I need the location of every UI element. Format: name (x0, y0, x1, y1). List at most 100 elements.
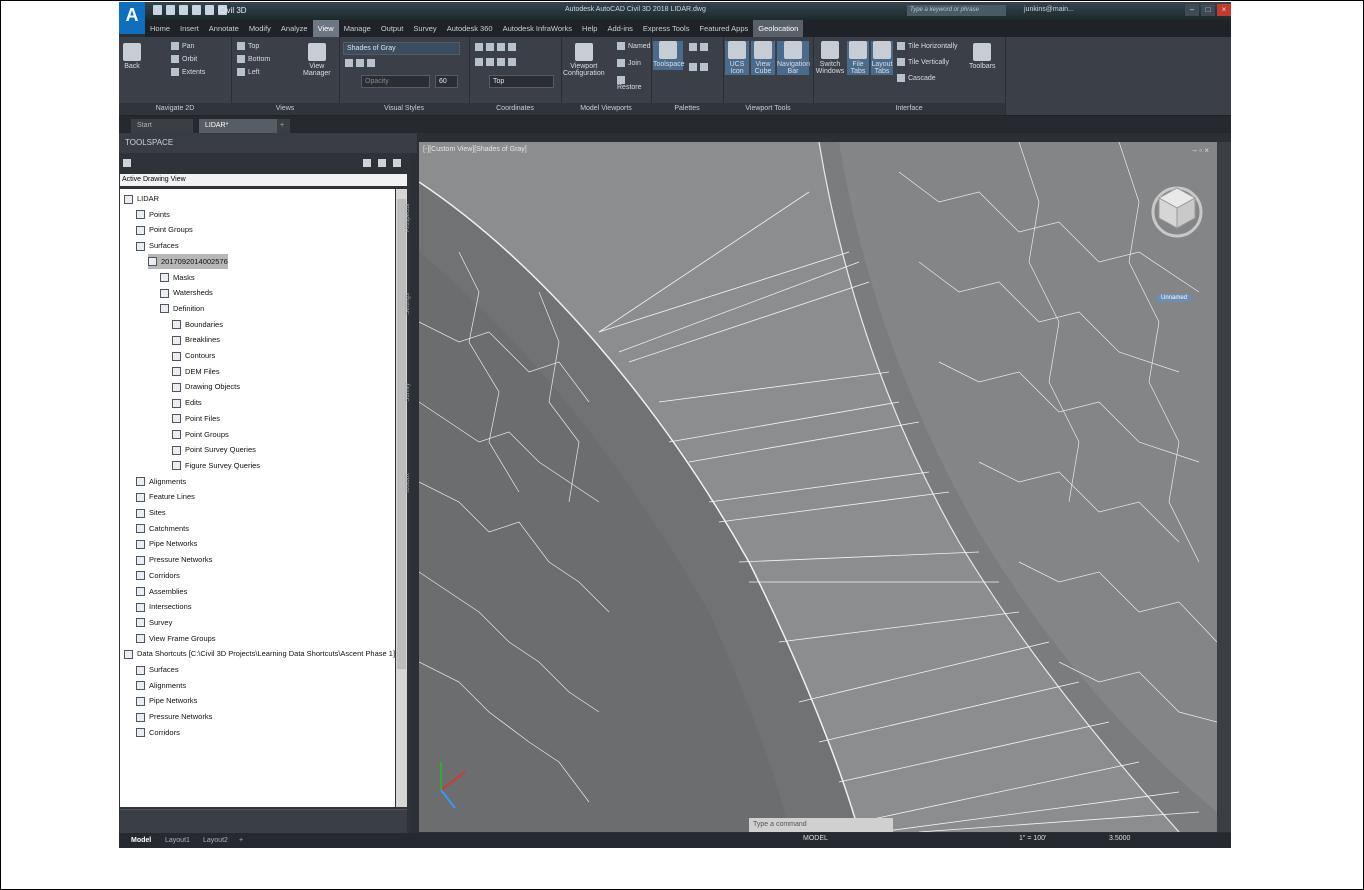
tree-item[interactable]: Survey (136, 615, 172, 630)
tree-item[interactable]: Assemblies (136, 584, 187, 599)
tree-item[interactable]: DEM Files (172, 364, 220, 379)
app-logo-icon[interactable]: A (119, 2, 145, 34)
new-icon[interactable] (153, 5, 162, 15)
layout-tab-layout2[interactable]: Layout2 (203, 835, 228, 847)
tree-item[interactable]: Figure Survey Queries (172, 458, 260, 473)
views-panel-title[interactable]: Views (231, 103, 339, 115)
toolbars-button[interactable]: Toolbars (969, 43, 995, 70)
model-viewports-panel-title[interactable]: Model Viewports (561, 103, 651, 115)
new-tab-icon[interactable]: + (277, 119, 290, 133)
ribbon-tab-add-ins[interactable]: Add-ins (602, 20, 637, 37)
navigation-bar-button[interactable]: Navigation Bar (777, 41, 810, 75)
tree-item[interactable]: Watersheds (160, 285, 213, 300)
zoom-value[interactable]: 3.5000 (1109, 835, 1130, 842)
ribbon-tab-modify[interactable]: Modify (244, 20, 276, 37)
tree-item[interactable]: LIDAR (124, 191, 159, 206)
tree-item[interactable]: Point Groups (136, 222, 193, 237)
maximize-icon[interactable]: □ (1201, 4, 1215, 16)
undo-icon[interactable] (205, 5, 214, 15)
orbit-button[interactable]: Orbit (171, 55, 197, 63)
tree-item[interactable]: Point Files (172, 411, 220, 426)
tree-item[interactable]: Point Groups (172, 427, 229, 442)
interface-panel-title[interactable]: Interface (813, 103, 1005, 115)
palette-tools[interactable] (689, 43, 711, 51)
opacity-field[interactable]: Opacity (361, 75, 430, 88)
tree-item[interactable]: Pipe Networks (136, 536, 197, 551)
tree-item[interactable]: Edits (172, 395, 202, 410)
open-icon[interactable] (166, 5, 175, 15)
palette-tools-2[interactable] (689, 63, 711, 71)
ribbon-tab-autodesk-infraworks[interactable]: Autodesk InfraWorks (498, 20, 577, 37)
minimize-icon[interactable]: – (1185, 4, 1199, 16)
tree-item[interactable]: Alignments (136, 678, 186, 693)
search-input[interactable]: Type a keyword or phrase (907, 5, 1006, 16)
visual-styles-panel-title[interactable]: Visual Styles (339, 103, 469, 115)
tree-item[interactable]: 2017092014002576 (148, 253, 228, 269)
tree-item[interactable]: Surfaces (136, 662, 179, 677)
ribbon-tab-featured-apps[interactable]: Featured Apps (694, 20, 753, 37)
switch-windows-button[interactable]: Switch Windows (815, 41, 845, 75)
ribbon-tab-output[interactable]: Output (376, 20, 409, 37)
tree-item[interactable]: Feature Lines (136, 489, 195, 504)
tree-item[interactable]: Alignments (136, 474, 186, 489)
view-cube[interactable] (1147, 178, 1207, 238)
viewport-config-button[interactable]: Viewport Configuration (563, 43, 605, 77)
doc-tab-start[interactable]: Start (131, 119, 193, 133)
navigate-panel-title[interactable]: Navigate 2D (119, 103, 231, 115)
visual-style-dropdown[interactable]: Shades of Gray (343, 42, 460, 55)
workspace-selector[interactable]: Civil 3D (219, 6, 247, 15)
view-left-button[interactable]: Left (237, 68, 260, 76)
tree-item[interactable]: Boundaries (172, 317, 223, 332)
viewport-controls[interactable]: – ▫ × (1193, 146, 1209, 155)
tree-scrollbar[interactable] (396, 189, 407, 807)
side-tab-toolbox[interactable]: Toolbox (405, 473, 411, 494)
side-tab-settings[interactable]: Settings (405, 293, 411, 315)
tree-item[interactable]: Surfaces (136, 238, 179, 253)
toolspace-menu-icon[interactable] (123, 159, 131, 167)
view-top-button[interactable]: Top (237, 42, 259, 50)
ribbon-tab-geolocation[interactable]: Geolocation (753, 20, 804, 37)
tree-item[interactable]: Definition (160, 301, 204, 316)
named-button[interactable]: Named (617, 42, 651, 50)
drawing-viewport[interactable]: [-][Custom View][Shades of Gray] – ▫ × U… (419, 142, 1217, 832)
ribbon-tab-manage[interactable]: Manage (339, 20, 376, 37)
layout-tab-model[interactable]: Model (131, 835, 151, 847)
tree-item[interactable]: Pressure Networks (136, 709, 212, 724)
tree-item[interactable]: Breaklines (172, 332, 220, 347)
side-tab-survey[interactable]: Survey (405, 383, 411, 402)
viewport-label[interactable]: [-][Custom View][Shades of Gray] (423, 146, 527, 153)
tile-vertically-button[interactable]: Tile Vertically (897, 58, 949, 66)
ucs-icon-button[interactable]: UCS Icon (725, 41, 749, 75)
close-icon[interactable]: × (1217, 4, 1231, 16)
ucs-tools[interactable] (475, 43, 519, 51)
layout-tabs-button[interactable]: Layout Tabs (871, 41, 893, 75)
tree-item[interactable]: Sites (136, 505, 166, 520)
tree-item[interactable]: Point Survey Queries (172, 442, 256, 457)
side-tab-prospector[interactable]: Prospector (405, 203, 411, 232)
ribbon-tab-annotate[interactable]: Annotate (204, 20, 244, 37)
tree-item[interactable]: Pipe Networks (136, 693, 197, 708)
tile-horizontally-button[interactable]: Tile Horizontally (897, 42, 958, 50)
toolspace-button[interactable]: Toolspace (653, 41, 685, 70)
ribbon-tab-insert[interactable]: Insert (175, 20, 204, 37)
item-view-icon[interactable] (363, 159, 371, 167)
restore-button[interactable]: Restore (617, 76, 651, 91)
view-cube-button[interactable]: View Cube (751, 41, 775, 75)
ribbon-tab-autodesk-360[interactable]: Autodesk 360 (442, 20, 498, 37)
tree-item[interactable]: Contours (172, 348, 215, 363)
tree-item[interactable]: Corridors (136, 568, 180, 583)
tree-item[interactable]: Data Shortcuts [C:\Civil 3D Projects\Lea… (124, 646, 395, 661)
view-bottom-button[interactable]: Bottom (237, 55, 270, 63)
opacity-value[interactable]: 60 (435, 75, 458, 88)
cascade-button[interactable]: Cascade (897, 74, 936, 82)
file-tabs-button[interactable]: File Tabs (847, 41, 869, 75)
palettes-panel-title[interactable]: Palettes (651, 103, 723, 115)
view-cube-ucs-menu[interactable]: Unnamed (1156, 294, 1191, 302)
ribbon-tab-help[interactable]: Help (577, 20, 602, 37)
print-icon[interactable] (192, 5, 201, 15)
ribbon-tab-express-tools[interactable]: Express Tools (638, 20, 695, 37)
ribbon-tab-analyze[interactable]: Analyze (276, 20, 313, 37)
save-icon[interactable] (179, 5, 188, 15)
list-view-icon[interactable] (378, 159, 386, 167)
doc-tab-lidar[interactable]: LIDAR* (199, 119, 277, 133)
